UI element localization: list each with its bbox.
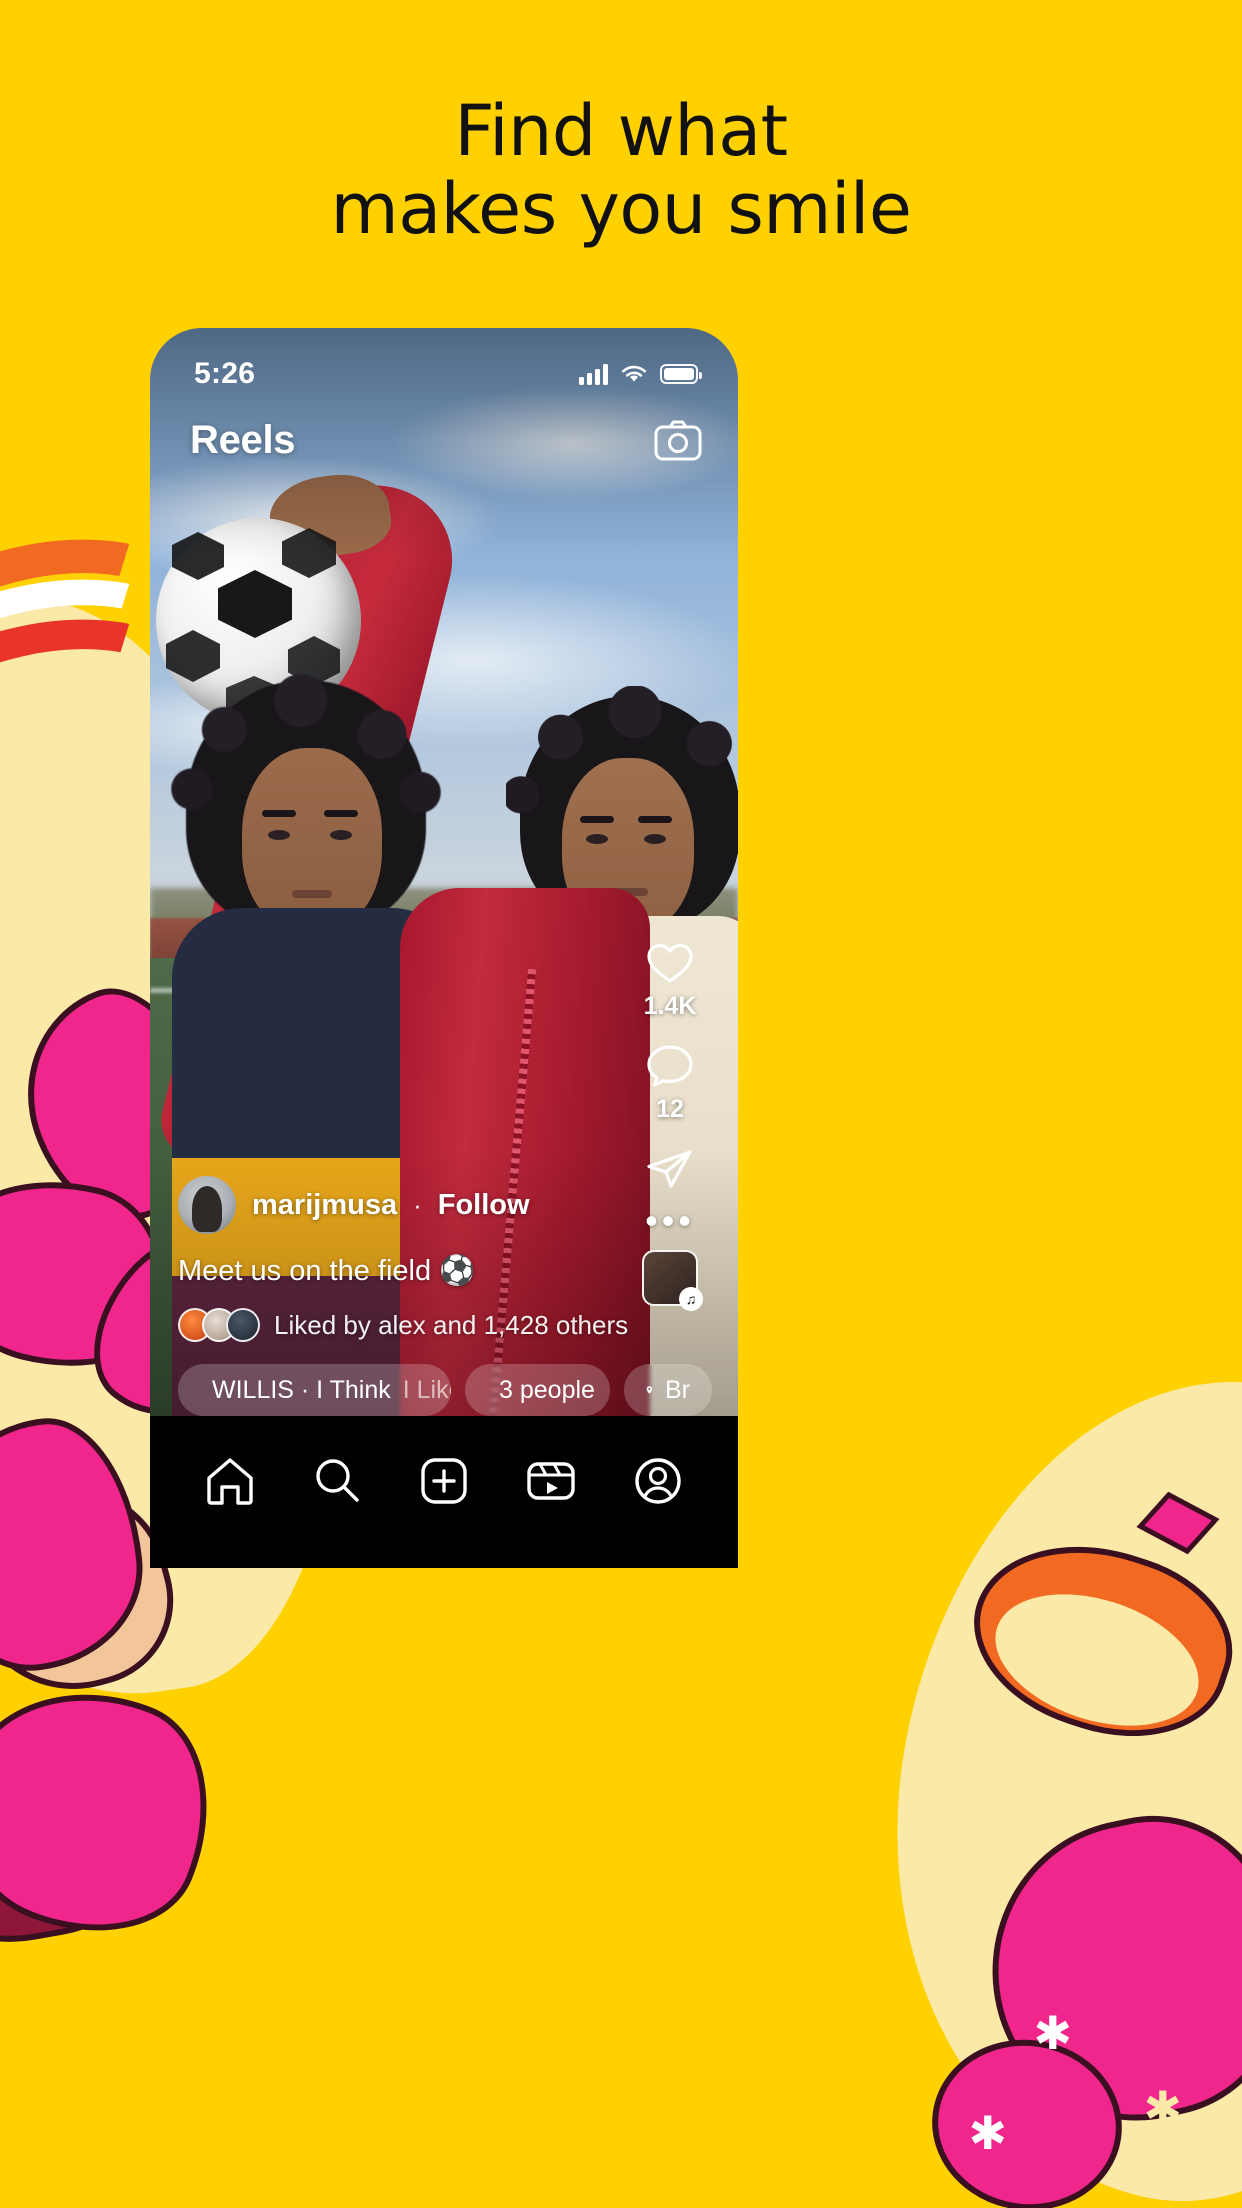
people-chip-label: 3 people <box>499 1375 595 1404</box>
comment-count: 12 <box>656 1094 684 1123</box>
page-headline: Find what makes you smile <box>0 92 1242 249</box>
avatar[interactable] <box>178 1176 236 1234</box>
status-bar-clock: 5:26 <box>194 357 256 390</box>
phone-mockup: 5:26 Reels 1.4K 12 ••• ♫ marijmusa · Fol… <box>150 328 738 1568</box>
music-chip-primary: WILLIS · I Think <box>212 1375 391 1404</box>
follow-button[interactable]: Follow <box>438 1189 530 1222</box>
liker-facepile <box>178 1308 260 1342</box>
music-chip-secondary: I Like \ <box>402 1375 451 1404</box>
comment-button[interactable]: 12 <box>646 1043 694 1124</box>
heart-icon <box>647 943 693 983</box>
metadata-chips: WILLIS · I Think I Like \ 3 people Br <box>178 1364 712 1416</box>
location-chip[interactable]: Br <box>624 1364 712 1416</box>
wifi-icon <box>622 365 646 382</box>
username-separator: · <box>413 1189 422 1220</box>
plus-square-icon <box>421 1458 467 1504</box>
person-left-face <box>242 748 382 933</box>
username[interactable]: marijmusa <box>252 1189 397 1222</box>
like-count: 1.4K <box>643 991 697 1020</box>
phone-screen: 5:26 Reels 1.4K 12 ••• ♫ marijmusa · Fol… <box>150 328 738 1568</box>
user-row: marijmusa · Follow <box>178 1176 712 1234</box>
music-chip[interactable]: WILLIS · I Think I Like \ <box>178 1364 452 1416</box>
tab-search[interactable] <box>304 1448 370 1514</box>
liker-avatar <box>226 1308 260 1342</box>
location-chip-label: Br <box>665 1375 690 1404</box>
home-icon <box>206 1458 253 1505</box>
camera-icon[interactable] <box>654 419 702 461</box>
headline-line-1: Find what <box>454 90 788 172</box>
status-bar-indicators <box>579 363 702 385</box>
like-button[interactable]: 1.4K <box>643 940 697 1021</box>
tab-create[interactable] <box>411 1448 477 1514</box>
page-title: Reels <box>190 417 296 462</box>
search-icon <box>316 1459 359 1502</box>
people-chip[interactable]: 3 people <box>465 1364 611 1416</box>
status-bar: 5:26 <box>150 328 738 402</box>
reels-clapperboard-icon <box>527 1462 575 1500</box>
location-pin-icon <box>646 1386 653 1394</box>
comment-icon <box>647 1045 693 1087</box>
bottom-tab-bar <box>150 1416 738 1568</box>
profile-person-icon <box>635 1458 682 1504</box>
post-info-overlay: marijmusa · Follow Meet us on the field … <box>150 1176 738 1416</box>
tab-profile[interactable] <box>625 1448 691 1514</box>
likes-text: Liked by alex and 1,428 others <box>274 1309 629 1340</box>
sparkle-icon: ✱ <box>1143 2082 1182 2134</box>
sparkle-icon: ✱ <box>1033 2007 1072 2059</box>
post-caption: Meet us on the field ⚽ <box>178 1255 476 1287</box>
headline-line-2: makes you smile <box>330 168 912 251</box>
tab-home[interactable] <box>197 1448 263 1514</box>
cellular-signal-icon <box>579 363 608 385</box>
tab-reels[interactable] <box>518 1448 584 1514</box>
reels-header: Reels <box>150 402 738 478</box>
battery-icon <box>660 364 702 384</box>
sparkle-icon: ✱ <box>968 2107 1007 2159</box>
likes-row[interactable]: Liked by alex and 1,428 others <box>178 1308 712 1342</box>
